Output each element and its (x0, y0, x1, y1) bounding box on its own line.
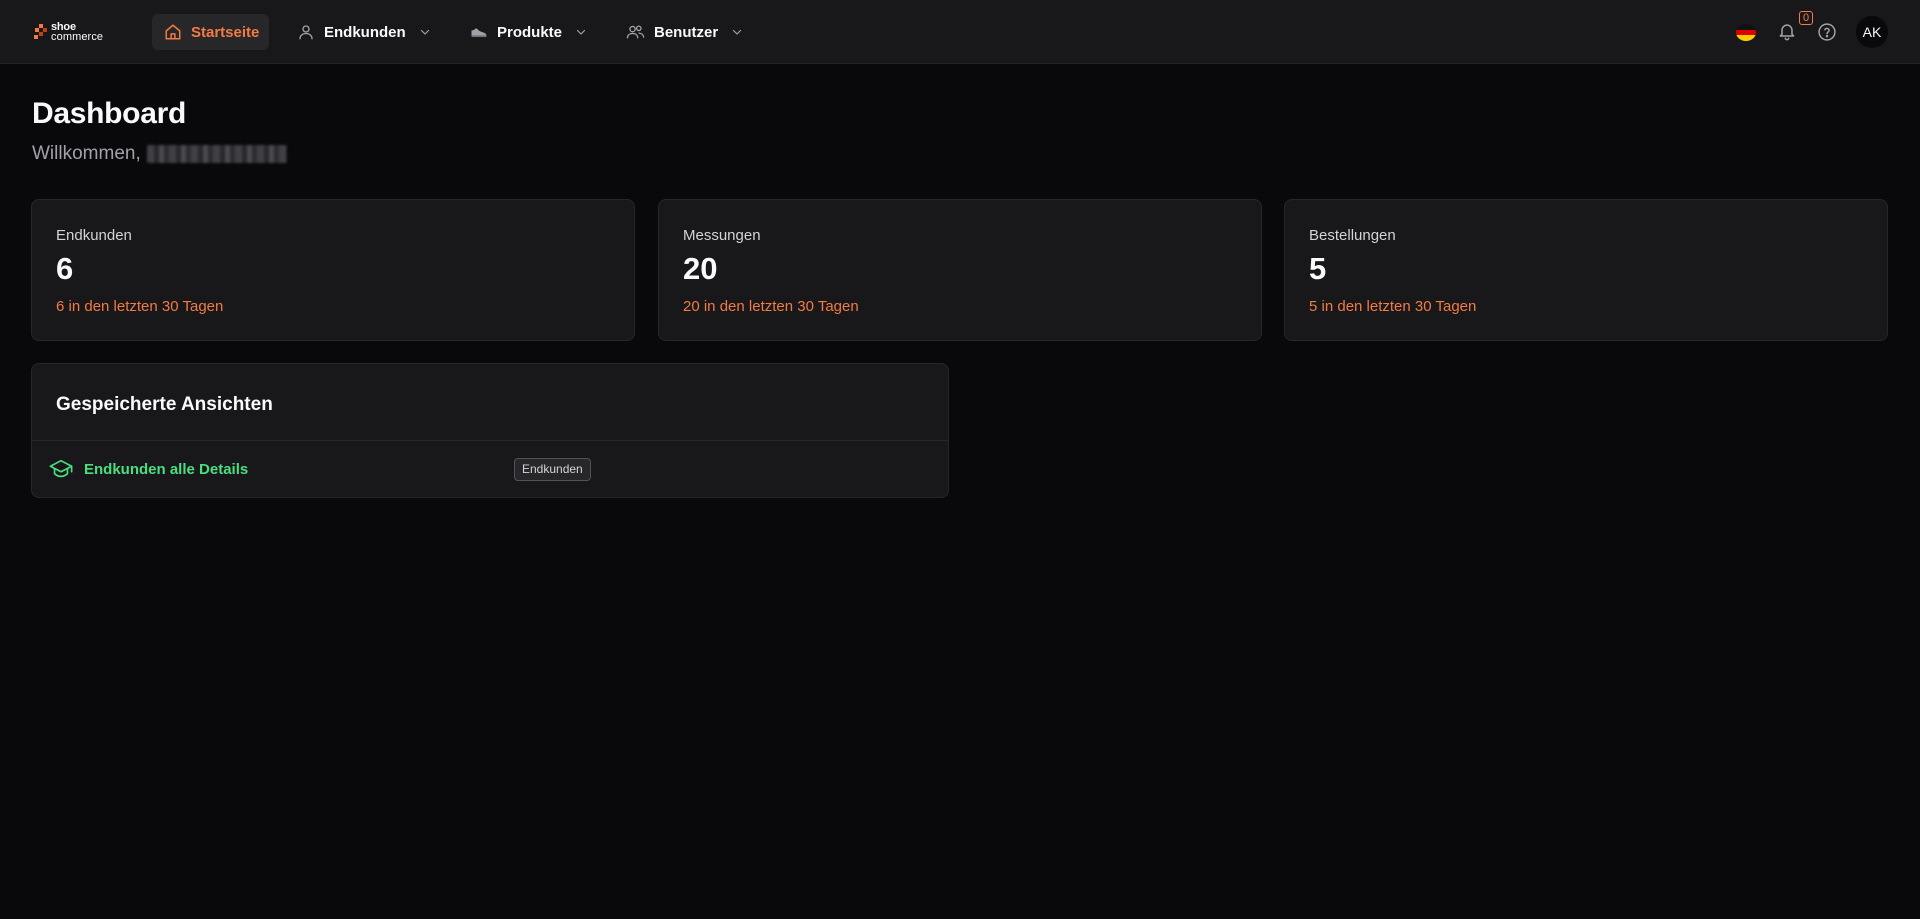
stat-label: Messungen (683, 227, 761, 244)
welcome-text: Willkommen, (32, 143, 141, 164)
redacted-user-name (146, 145, 287, 163)
nav-item-label: Produkte (497, 23, 563, 41)
stat-card-endkunden: Endkunden 6 6 in den letzten 30 Tagen (31, 199, 635, 341)
logo-mark-icon (34, 24, 47, 39)
nav-item-endkunden[interactable]: Endkunden (297, 14, 431, 50)
top-navigation-bar: shoe commerce Startseite Endkunden Produ (0, 0, 1920, 64)
stat-card-messungen: Messungen 20 20 in den letzten 30 Tagen (658, 199, 1262, 341)
logo-line-2: commerce (51, 31, 104, 43)
stat-subtext: 5 in den letzten 30 Tagen (1309, 298, 1477, 315)
nav-item-startseite[interactable]: Startseite (152, 14, 269, 50)
logo-wordmark: shoe commerce (51, 22, 104, 43)
graduation-cap-icon (49, 458, 73, 485)
stat-card-bestellungen: Bestellungen 5 5 in den letzten 30 Tagen (1284, 199, 1888, 341)
nav-item-label: Endkunden (324, 23, 406, 41)
bell-icon[interactable] (1777, 21, 1797, 46)
germany-flag-icon[interactable] (1736, 24, 1756, 41)
saved-view-tag: Endkunden (514, 458, 591, 481)
saved-views-panel: Gespeicherte Ansichten Endkunden alle De… (31, 363, 949, 498)
shoecommerce-logo[interactable]: shoe commerce (34, 21, 114, 43)
help-icon[interactable] (1817, 22, 1837, 47)
stat-subtext: 20 in den letzten 30 Tagen (683, 298, 859, 315)
saved-views-title: Gespeicherte Ansichten (56, 394, 273, 415)
home-icon (164, 23, 182, 41)
user-avatar[interactable]: AK (1856, 16, 1888, 48)
user-icon (297, 23, 315, 41)
page-title: Dashboard (32, 97, 186, 130)
notification-count-badge: 0 (1799, 11, 1813, 25)
stat-label: Bestellungen (1309, 227, 1396, 244)
nav-item-label: Benutzer (654, 23, 719, 41)
chevron-down-icon (731, 26, 743, 38)
saved-view-row[interactable]: Endkunden alle Details Endkunden (32, 441, 948, 498)
stat-value: 5 (1309, 251, 1327, 286)
welcome-message: Willkommen, (32, 143, 287, 165)
stat-value: 20 (683, 251, 718, 286)
shoe-icon (470, 25, 488, 39)
stat-value: 6 (56, 251, 74, 286)
chevron-down-icon (419, 26, 431, 38)
saved-view-label[interactable]: Endkunden alle Details (84, 461, 248, 478)
nav-item-benutzer[interactable]: Benutzer (626, 14, 743, 50)
stat-subtext: 6 in den letzten 30 Tagen (56, 298, 224, 315)
nav-item-label: Startseite (191, 23, 260, 41)
chevron-down-icon (575, 26, 587, 38)
stat-label: Endkunden (56, 227, 132, 244)
nav-item-produkte[interactable]: Produkte (470, 14, 587, 50)
users-icon (626, 23, 645, 41)
